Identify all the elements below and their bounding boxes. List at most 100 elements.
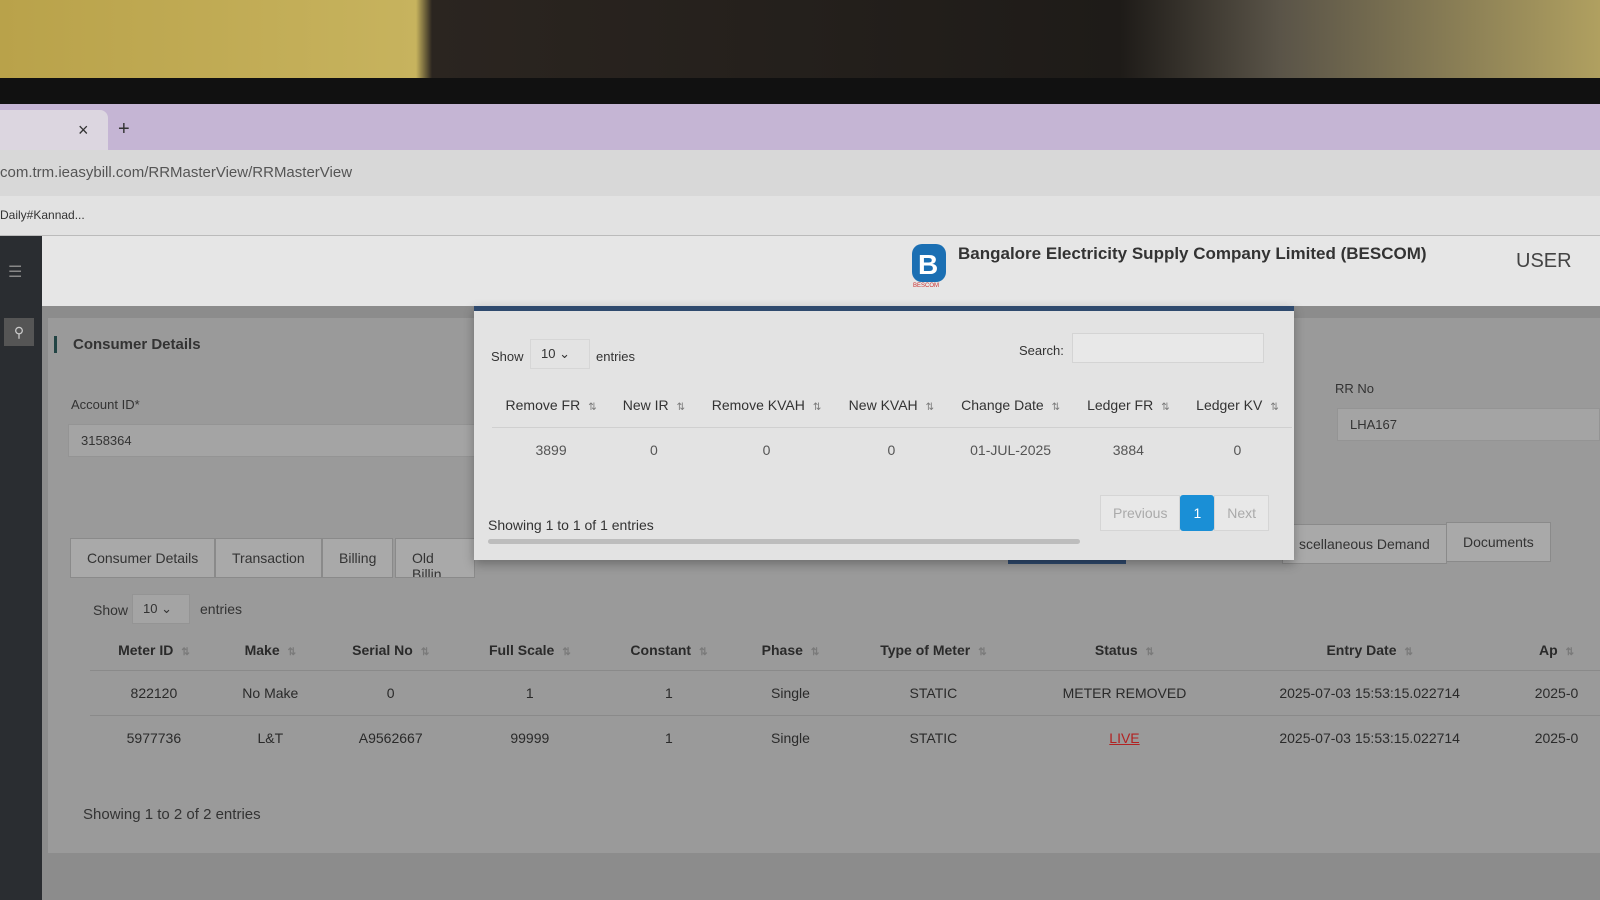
table-cell: 0 (322, 670, 459, 716)
sort-icon[interactable]: ⇅ (588, 402, 596, 413)
tab-transaction[interactable]: Transaction (215, 538, 322, 578)
table-row: 3899 0 0 0 01-JUL-2025 3884 0 (492, 427, 1292, 472)
column-label: Ap (1538, 642, 1558, 658)
tab-billing[interactable]: Billing (322, 538, 394, 578)
horizontal-scrollbar[interactable] (488, 539, 1080, 544)
column-label: Ledger FR (1087, 397, 1154, 413)
sort-icon[interactable]: ⇅ (1566, 647, 1574, 658)
page-1-button[interactable]: 1 (1180, 495, 1215, 531)
rr-no-field[interactable]: LHA167 (1337, 408, 1600, 441)
account-id-label: Account ID* (71, 397, 140, 412)
sort-icon[interactable]: ⇅ (926, 402, 934, 413)
entries-value: 10 (143, 601, 158, 616)
table-cell: Single (736, 715, 845, 760)
browser-tab-bar (0, 104, 1600, 150)
tab-miscellaneous-demand[interactable]: scellaneous Demand (1282, 524, 1447, 564)
column-header[interactable]: Type of Meter ⇅ (844, 630, 1022, 671)
table-cell: Single (736, 670, 845, 716)
close-tab-icon[interactable]: × (78, 120, 89, 141)
column-header[interactable]: Status ⇅ (1023, 630, 1227, 671)
sort-icon[interactable]: ⇅ (1404, 647, 1412, 658)
column-header[interactable]: Remove FR ⇅ (492, 383, 610, 428)
sort-icon[interactable]: ⇅ (813, 402, 821, 413)
column-header[interactable]: Ledger KV ⇅ (1183, 383, 1292, 428)
sort-icon[interactable]: ⇅ (1146, 647, 1154, 658)
table-cell: STATIC (844, 670, 1023, 716)
sort-icon[interactable]: ⇅ (1270, 402, 1278, 413)
show-label: Show (93, 602, 129, 618)
table-cell: 99999 (458, 715, 602, 760)
column-header[interactable]: Make ⇅ (218, 630, 323, 671)
table-cell: 822120 (90, 670, 218, 716)
pagination: Previous 1 Next (1100, 495, 1270, 531)
column-label: Phase (761, 642, 803, 658)
table-cell: 1 (601, 715, 737, 760)
table-cell: 1 (601, 670, 737, 716)
sort-icon[interactable]: ⇅ (811, 647, 819, 658)
search-icon[interactable]: ⚲ (4, 318, 34, 346)
modal-table: Remove FR ⇅ New IR ⇅ Remove KVAH ⇅ New KVAH ⇅ Ch… (492, 383, 1292, 472)
account-id-field[interactable]: 3158364 (68, 424, 488, 457)
column-header[interactable]: Constant ⇅ (601, 630, 737, 671)
sort-icon[interactable]: ⇅ (181, 647, 189, 658)
url-text[interactable]: com.trm.ieasybill.com/RRMasterView/RRMas… (0, 164, 352, 181)
menu-icon[interactable]: ☰ (8, 262, 22, 282)
column-header[interactable]: Phase ⇅ (737, 630, 844, 671)
column-header[interactable]: Meter ID ⇅ (90, 630, 218, 671)
column-label: Ledger KV (1196, 397, 1263, 413)
column-header[interactable]: Serial No ⇅ (323, 630, 459, 671)
column-label: Serial No (352, 642, 413, 658)
table-cell: 3884 (1073, 427, 1183, 472)
column-header[interactable]: Full Scale ⇅ (459, 630, 602, 671)
rr-history-modal: Show 10 ⌄ entries Search: Remove FR ⇅ New … (474, 306, 1294, 560)
table-cell: 2025-0 (1513, 715, 1600, 760)
sort-icon[interactable]: ⇅ (978, 647, 986, 658)
previous-button[interactable]: Previous (1100, 495, 1181, 531)
entries-select[interactable]: 10 ⌄ (132, 594, 190, 624)
sort-icon[interactable]: ⇅ (1052, 402, 1060, 413)
column-header[interactable]: Ledger FR ⇅ (1074, 383, 1183, 428)
table-cell: 0 (1182, 427, 1292, 472)
browser-tab[interactable] (0, 110, 108, 150)
section-title: Consumer Details (54, 336, 201, 353)
user-menu[interactable]: USER (1516, 250, 1572, 273)
sort-icon[interactable]: ⇅ (562, 647, 570, 658)
rr-no-label: RR No (1335, 381, 1375, 396)
table-cell: 0 (697, 427, 836, 472)
column-label: Remove KVAH (711, 397, 805, 413)
column-label: Entry Date (1326, 642, 1397, 658)
status-link[interactable]: LIVE (1022, 715, 1227, 760)
column-header[interactable]: Ap ⇅ (1513, 630, 1600, 671)
table-row: 822120 No Make 0 1 1 Single STATIC METER REMOVE… (90, 670, 1600, 716)
column-label: Remove FR (505, 397, 581, 413)
sort-icon[interactable]: ⇅ (421, 647, 429, 658)
modal-search-input[interactable] (1072, 333, 1264, 363)
column-header[interactable]: Remove KVAH ⇅ (698, 383, 836, 428)
table-cell: 2025-0 (1513, 670, 1600, 716)
column-label: Full Scale (488, 642, 555, 658)
table-cell: 2025-07-03 15:53:15.022714 (1226, 670, 1514, 716)
bescom-logo: B BESCOM (912, 244, 946, 288)
modal-entries-select[interactable]: 10 ⌄ (530, 339, 590, 369)
column-label: New KVAH (848, 397, 918, 413)
sort-icon[interactable]: ⇅ (699, 647, 707, 658)
bookmark-item[interactable]: Daily#Kannad... (0, 208, 85, 222)
new-tab-button[interactable]: + (118, 118, 130, 141)
column-header[interactable]: Entry Date ⇅ (1226, 630, 1513, 671)
column-header[interactable]: New KVAH ⇅ (835, 383, 947, 428)
table-cell: 0 (610, 427, 698, 472)
sort-icon[interactable]: ⇅ (677, 402, 685, 413)
chevron-down-icon: ⌄ (559, 346, 570, 361)
next-button[interactable]: Next (1214, 495, 1270, 531)
sort-icon[interactable]: ⇅ (1161, 402, 1169, 413)
tab-documents[interactable]: Documents (1446, 522, 1551, 562)
column-header[interactable]: New IR ⇅ (610, 383, 698, 428)
column-label: Change Date (961, 397, 1044, 413)
tab-consumer-details[interactable]: Consumer Details (70, 538, 216, 578)
column-header[interactable]: Change Date ⇅ (947, 383, 1073, 428)
sort-icon[interactable]: ⇅ (288, 647, 296, 658)
table-cell: L&T (217, 715, 323, 760)
tab-old-billing[interactable]: Old Billin (395, 538, 475, 578)
bookmarks-bar (0, 196, 1600, 236)
table-cell: 01-JUL-2025 (947, 427, 1074, 472)
